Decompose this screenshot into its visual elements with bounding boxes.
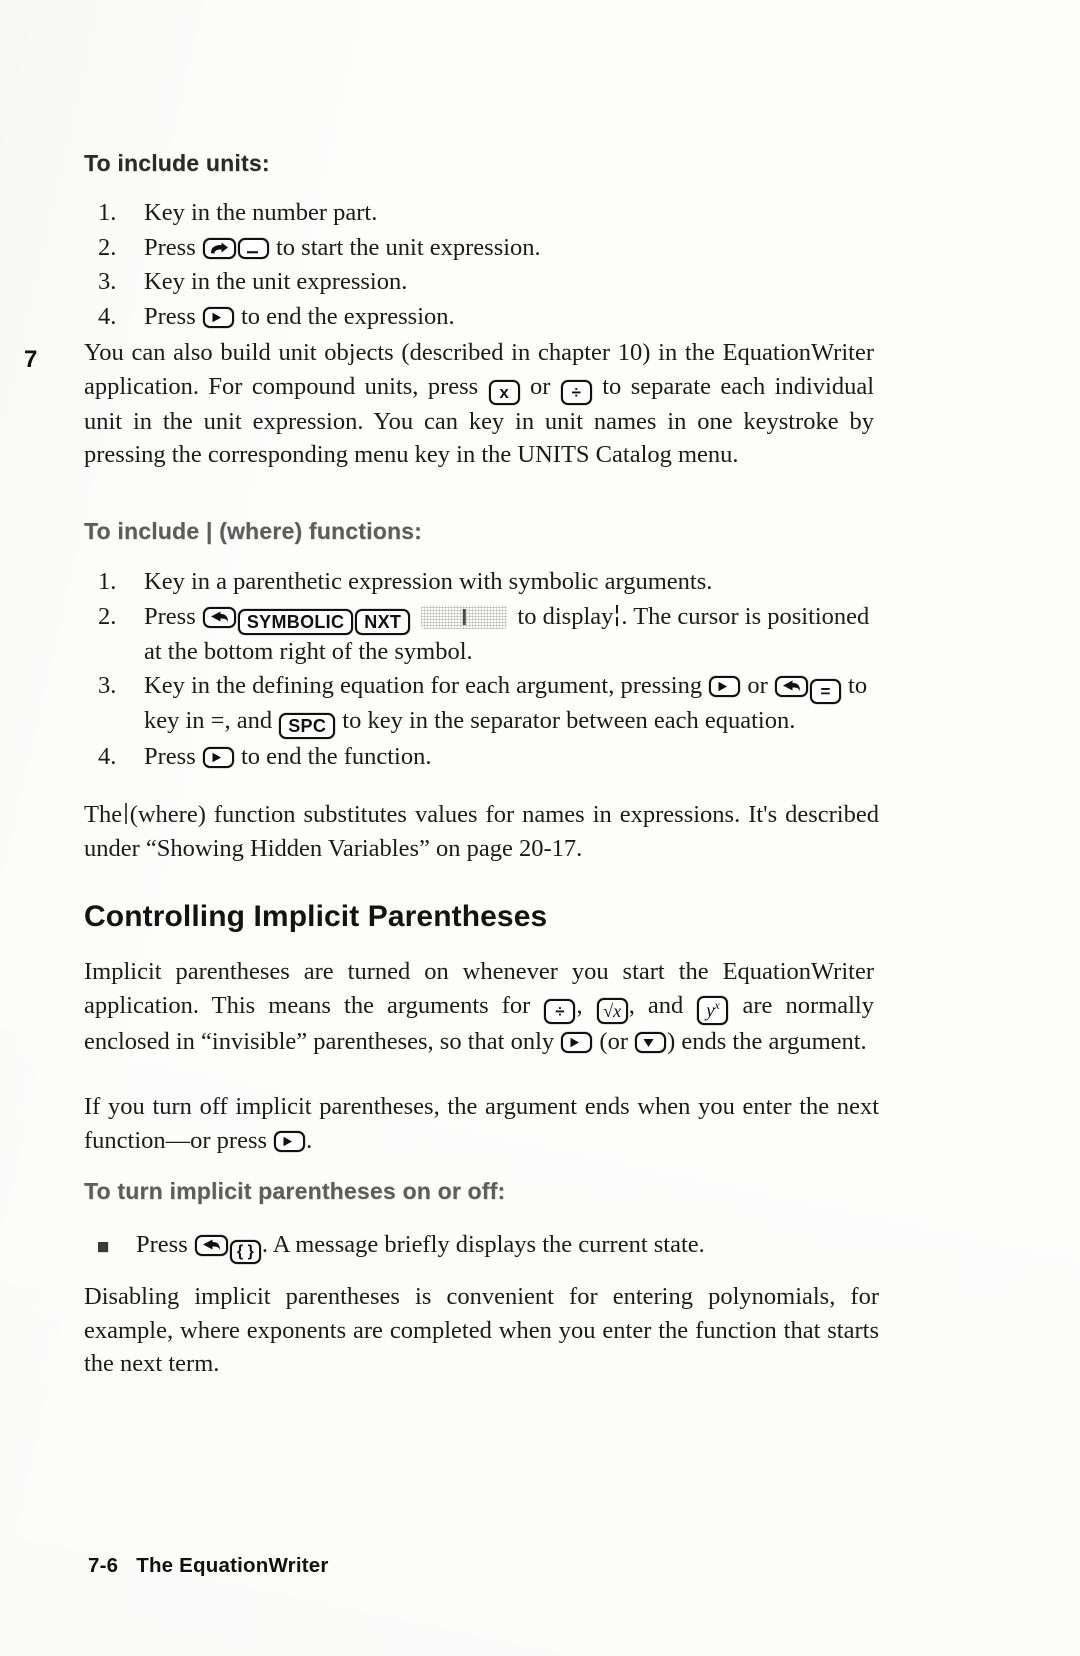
where-closing-paragraph: The (where) function substitutes values f… bbox=[84, 798, 879, 865]
step-text: Press SYMBOLIC NXT to display. The cursor… bbox=[144, 603, 869, 665]
y-to-the-x-key-icon: yx bbox=[697, 996, 729, 1025]
where-steps-list: 1. Key in a parenthetic expression with … bbox=[98, 565, 888, 775]
right-arrow-key-icon bbox=[274, 1130, 306, 1152]
paragraph-text-post: (where) function substitutes values for … bbox=[84, 801, 879, 862]
left-shift-key-icon bbox=[774, 676, 808, 697]
heading-to-include-units: To include units: bbox=[84, 150, 270, 176]
step-number: 1. bbox=[98, 568, 117, 595]
implicit-bullet-list: Press { }. A message briefly displays th… bbox=[94, 1228, 884, 1264]
page-footer: 7-6 The EquationWriter bbox=[88, 1554, 329, 1578]
section-heading-controlling-implicit-parentheses: Controlling Implicit Parentheses bbox=[84, 900, 548, 933]
step-text-pre: Key in the defining equation for each ar… bbox=[144, 672, 703, 699]
list-item: 4. Press to end the expression. bbox=[98, 300, 878, 334]
list-item: 1. Key in the number part. bbox=[98, 196, 878, 230]
step-number: 1. bbox=[98, 199, 117, 226]
step-text-mid: to display bbox=[517, 602, 614, 630]
step-number: 4. bbox=[98, 743, 117, 770]
multiply-key-label: x bbox=[499, 382, 509, 402]
down-arrow-key-icon bbox=[635, 1031, 667, 1053]
step-text: Key in a parenthetic expression with sym… bbox=[144, 568, 713, 595]
step-number: 4. bbox=[98, 302, 117, 330]
braces-key: { } bbox=[229, 1240, 261, 1264]
y-to-the-x-key-exponent: x bbox=[714, 999, 720, 1013]
heading-to-turn-implicit-parentheses-on-or-off: To turn implicit parentheses on or off: bbox=[84, 1178, 506, 1204]
divide-key-label: ÷ bbox=[571, 382, 582, 402]
step-text: Key in the defining equation for each ar… bbox=[144, 672, 867, 739]
step-text: Key in the unit expression. bbox=[144, 268, 408, 295]
square-root-key-icon: √x bbox=[596, 997, 628, 1024]
step-text-or: or bbox=[747, 672, 768, 699]
square-root-key-label: √x bbox=[603, 1000, 622, 1021]
symbolic-key: SYMBOLIC bbox=[237, 608, 354, 635]
nxt-key: NXT bbox=[355, 608, 411, 635]
paragraph-text-d: (or bbox=[599, 1027, 628, 1055]
paragraph-text-end: . bbox=[306, 1126, 313, 1154]
step-text-post: to end the function. bbox=[240, 743, 432, 770]
footer-page-number: 7-6 bbox=[88, 1554, 119, 1577]
step-text: Press to end the expression. bbox=[144, 303, 455, 330]
list-item: 2. Press SYMBOLIC NXT to display. The cur… bbox=[98, 600, 888, 669]
where-bar-symbol bbox=[616, 604, 619, 626]
paragraph-text-b: , and bbox=[628, 991, 684, 1019]
right-arrow-key-icon bbox=[561, 1031, 593, 1053]
spc-key: SPC bbox=[279, 713, 336, 739]
heading-to-include-where-functions: To include | (where) functions: bbox=[84, 518, 423, 544]
list-item: Press { }. A message briefly displays th… bbox=[94, 1228, 884, 1264]
step-text: Press to end the function. bbox=[144, 743, 432, 770]
divide-key-icon: ÷ bbox=[544, 998, 576, 1024]
list-item: 1. Key in a parenthetic expression with … bbox=[98, 565, 888, 599]
bullet-text-pre: Press bbox=[136, 1231, 188, 1258]
paragraph-text: Disabling implicit parentheses is conven… bbox=[84, 1283, 879, 1377]
square-bullet-icon bbox=[98, 1242, 108, 1252]
left-shift-key-icon bbox=[202, 606, 236, 628]
bullet-text: Press { }. A message briefly displays th… bbox=[136, 1231, 705, 1264]
step-text-pre: Press bbox=[144, 302, 196, 330]
step-number: 2. bbox=[98, 233, 117, 261]
underscore-key-icon bbox=[237, 237, 269, 259]
implicit-paragraph-3: Disabling implicit parentheses is conven… bbox=[84, 1280, 879, 1381]
step-number: 3. bbox=[98, 672, 117, 699]
paragraph-comma: , bbox=[576, 991, 583, 1019]
units-steps-list: 1. Key in the number part. 2. Press to s… bbox=[98, 196, 878, 334]
list-item: 2. Press to start the unit expression. bbox=[98, 231, 878, 265]
units-body-paragraph: You can also build unit objects (describ… bbox=[84, 336, 874, 472]
bullet-text-post: . A message briefly displays the current… bbox=[261, 1231, 705, 1258]
divide-key-label: ÷ bbox=[555, 1001, 565, 1021]
right-arrow-key-icon bbox=[709, 676, 741, 697]
step-text: Key in the number part. bbox=[144, 199, 378, 226]
scanned-manual-page: 7 To include units: 1. Key in the number… bbox=[0, 0, 1080, 1656]
step-number: 2. bbox=[98, 602, 117, 630]
implicit-paragraph-1: Implicit parentheses are turned on whene… bbox=[84, 955, 874, 1058]
list-item: 4. Press to end the function. bbox=[98, 740, 888, 774]
step-text-pre: Press bbox=[144, 743, 196, 770]
list-item: 3. Key in the unit expression. bbox=[98, 265, 878, 299]
paragraph-text-pre: The bbox=[84, 801, 123, 828]
step-text-pre: Press bbox=[144, 233, 196, 261]
divide-key-icon: ÷ bbox=[560, 379, 592, 405]
step-text-post: to start the unit expression. bbox=[275, 233, 541, 261]
paragraph-text: If you turn off implicit parentheses, th… bbox=[84, 1093, 879, 1154]
step-text-pre: Press bbox=[144, 602, 196, 630]
paragraph-text-e: ) ends the argument. bbox=[667, 1027, 867, 1055]
chapter-tab-number: 7 bbox=[24, 346, 38, 373]
right-shift-key-icon bbox=[202, 237, 236, 259]
step-text-post: to key in the separator between each equ… bbox=[342, 707, 796, 734]
step-number: 3. bbox=[98, 268, 117, 295]
where-bar-symbol bbox=[125, 803, 127, 824]
implicit-paragraph-2: If you turn off implicit parentheses, th… bbox=[84, 1090, 879, 1157]
footer-section-title: The EquationWriter bbox=[136, 1554, 329, 1577]
menu-key-where-faded-icon bbox=[421, 604, 508, 629]
y-to-the-x-key-base: y bbox=[706, 1000, 715, 1022]
multiply-key-icon: x bbox=[488, 379, 520, 405]
left-shift-key-icon bbox=[194, 1235, 228, 1256]
paragraph-text-or: or bbox=[530, 372, 551, 400]
step-text-post: to end the expression. bbox=[240, 302, 455, 330]
right-arrow-key-icon bbox=[202, 747, 234, 768]
right-arrow-key-icon bbox=[202, 306, 234, 328]
list-item: 3. Key in the defining equation for each… bbox=[98, 669, 888, 739]
equals-key: = bbox=[809, 679, 841, 704]
step-text: Press to start the unit expression. bbox=[144, 234, 541, 261]
